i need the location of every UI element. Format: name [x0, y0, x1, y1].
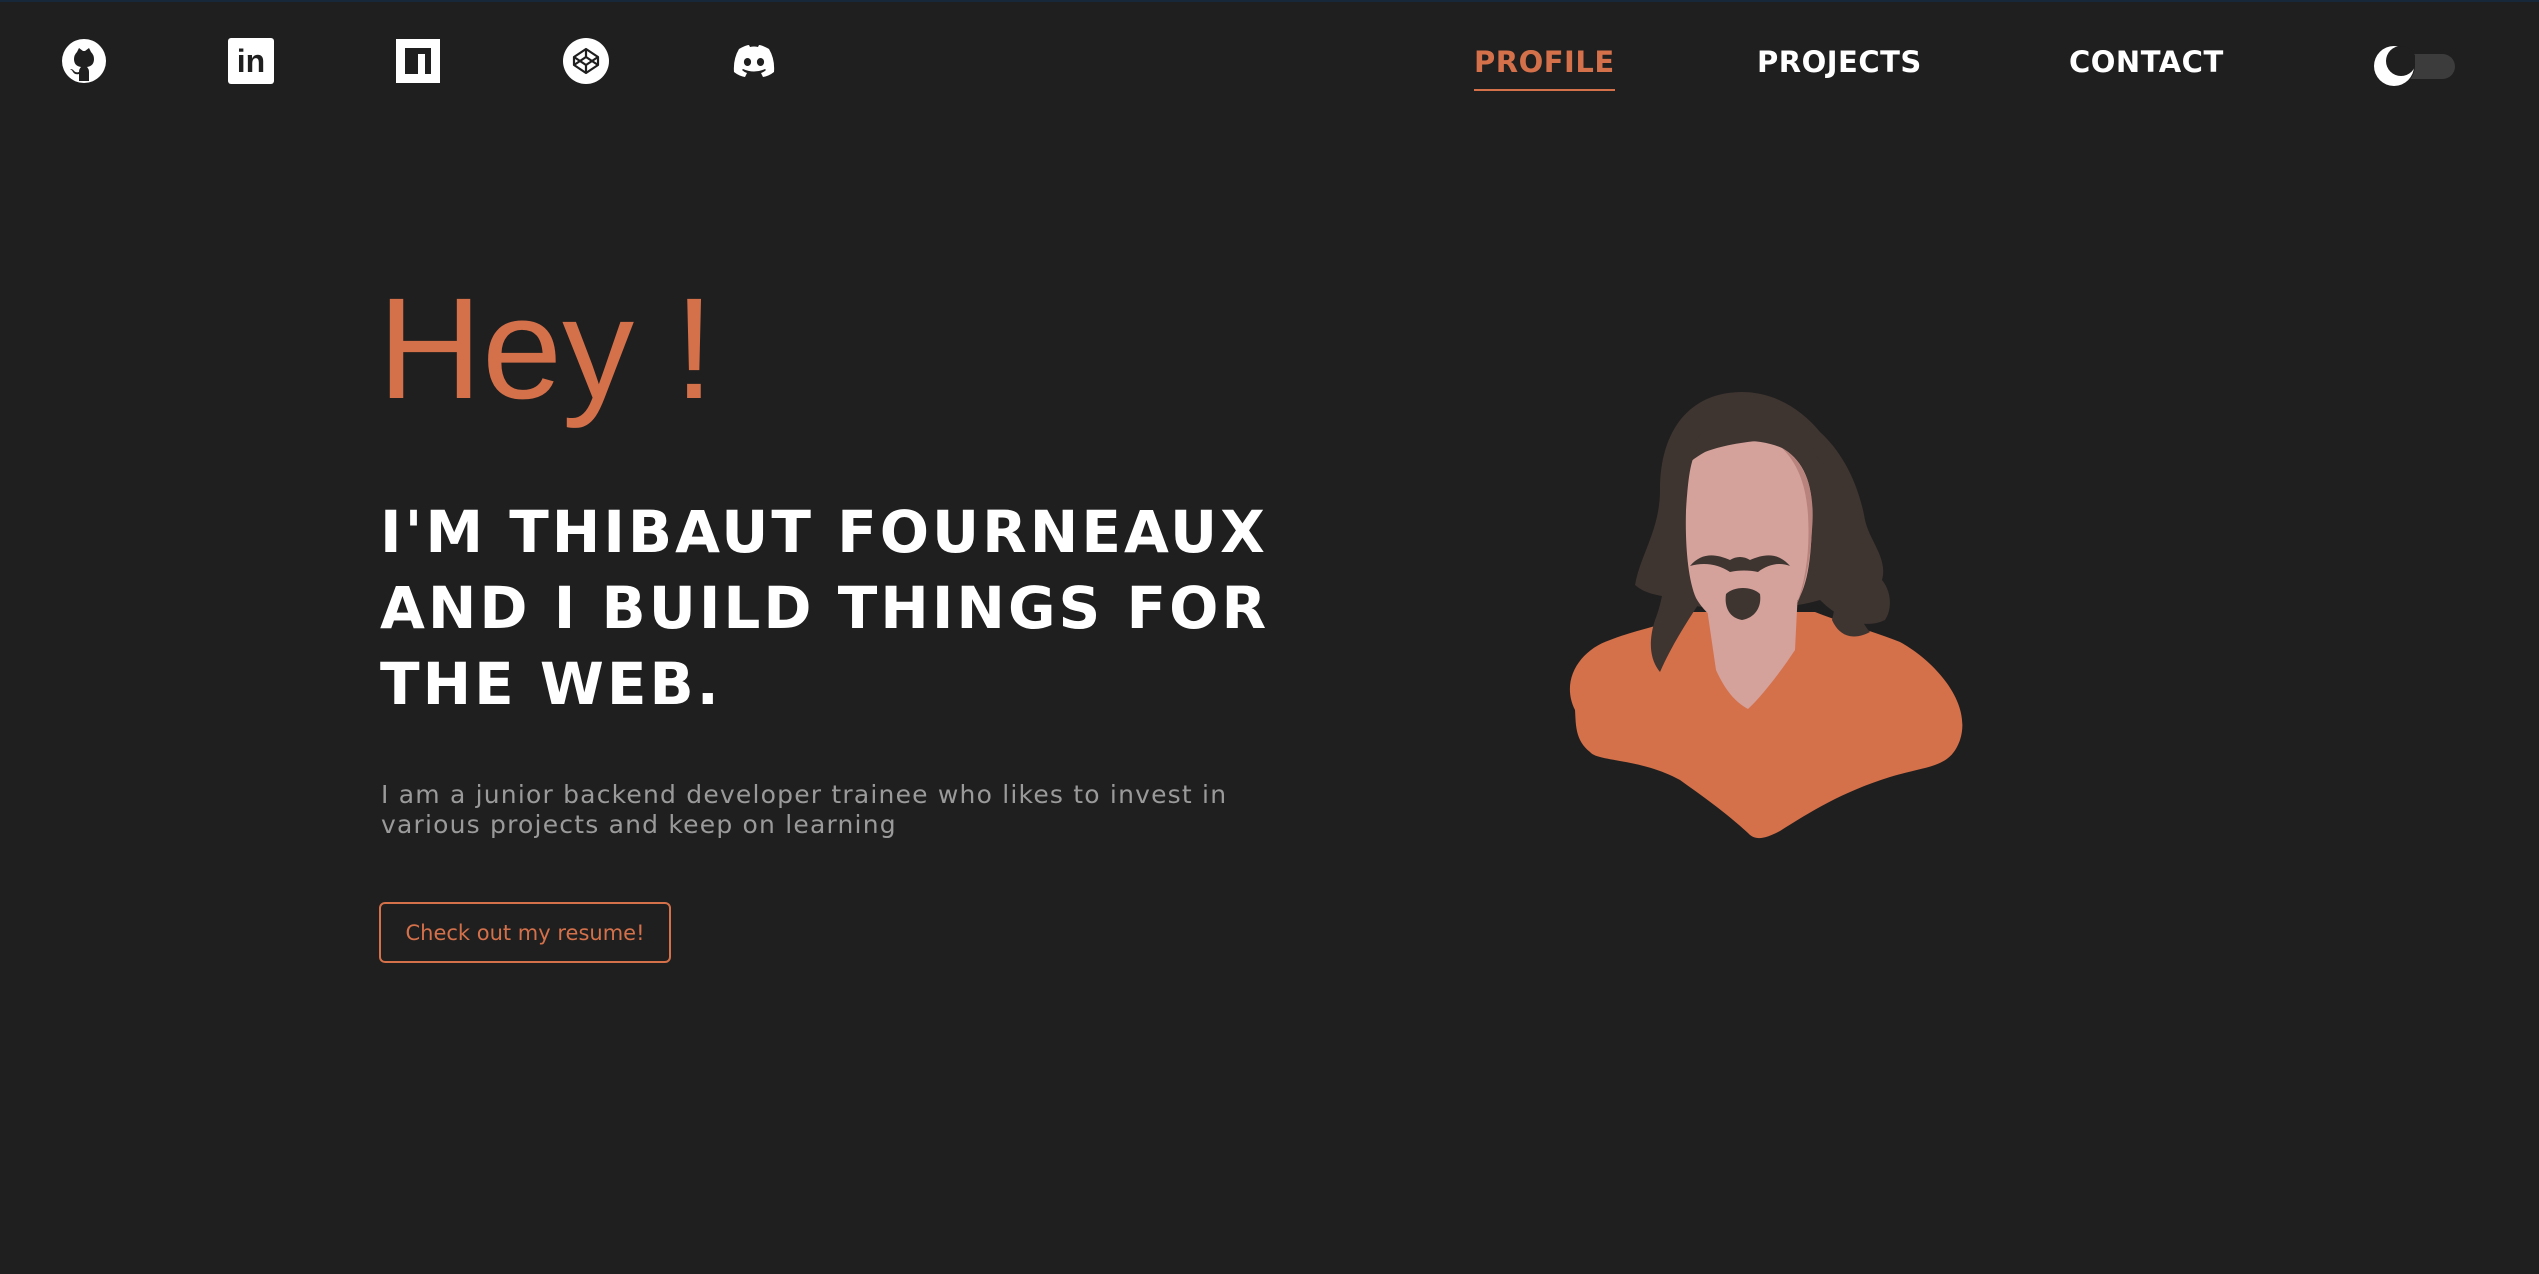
intro-line: I am a junior backend developer trainee … — [381, 780, 1228, 809]
discord-icon — [730, 37, 778, 85]
nav-projects-label: PROJECTS — [1757, 45, 1922, 79]
codepen-icon — [562, 37, 610, 85]
codepen-link[interactable] — [561, 36, 611, 86]
linkedin-link[interactable]: in — [226, 36, 276, 86]
nav-contact[interactable]: CONTACT — [2069, 48, 2224, 77]
theme-toggle[interactable] — [2373, 45, 2455, 87]
intro-line: various projects and keep on learning — [381, 810, 897, 839]
nav-profile[interactable]: PROFILE — [1474, 45, 1615, 91]
headline-line: I'M THIBAUT FOURNEAUX — [380, 498, 1268, 566]
discord-link[interactable] — [729, 36, 779, 86]
nav-projects[interactable]: PROJECTS — [1757, 48, 1922, 77]
nav-contact-label: CONTACT — [2069, 45, 2224, 79]
npm-link[interactable] — [393, 36, 443, 86]
social-links: in — [0, 0, 900, 130]
nav-profile-label: PROFILE — [1474, 45, 1615, 79]
main-nav: PROFILE PROJECTS CONTACT — [1400, 0, 2539, 130]
github-link[interactable] — [59, 36, 109, 86]
resume-button[interactable]: Check out my resume! — [379, 902, 671, 963]
linkedin-glyph: in — [236, 43, 266, 79]
github-icon — [60, 37, 108, 85]
moon-icon — [2373, 45, 2416, 87]
npm-icon — [394, 37, 442, 85]
headline: I'M THIBAUT FOURNEAUX AND I BUILD THINGS… — [380, 494, 1280, 722]
linkedin-icon: in — [228, 38, 274, 84]
intro-text: I am a junior backend developer trainee … — [381, 780, 1251, 840]
headline-line: AND I BUILD THINGS FOR — [380, 574, 1270, 642]
headline-line: THE WEB. — [380, 650, 722, 718]
greeting-heading: Hey ! — [378, 268, 715, 429]
nav-active-underline — [1474, 89, 1615, 91]
avatar-illustration — [1520, 380, 1980, 850]
